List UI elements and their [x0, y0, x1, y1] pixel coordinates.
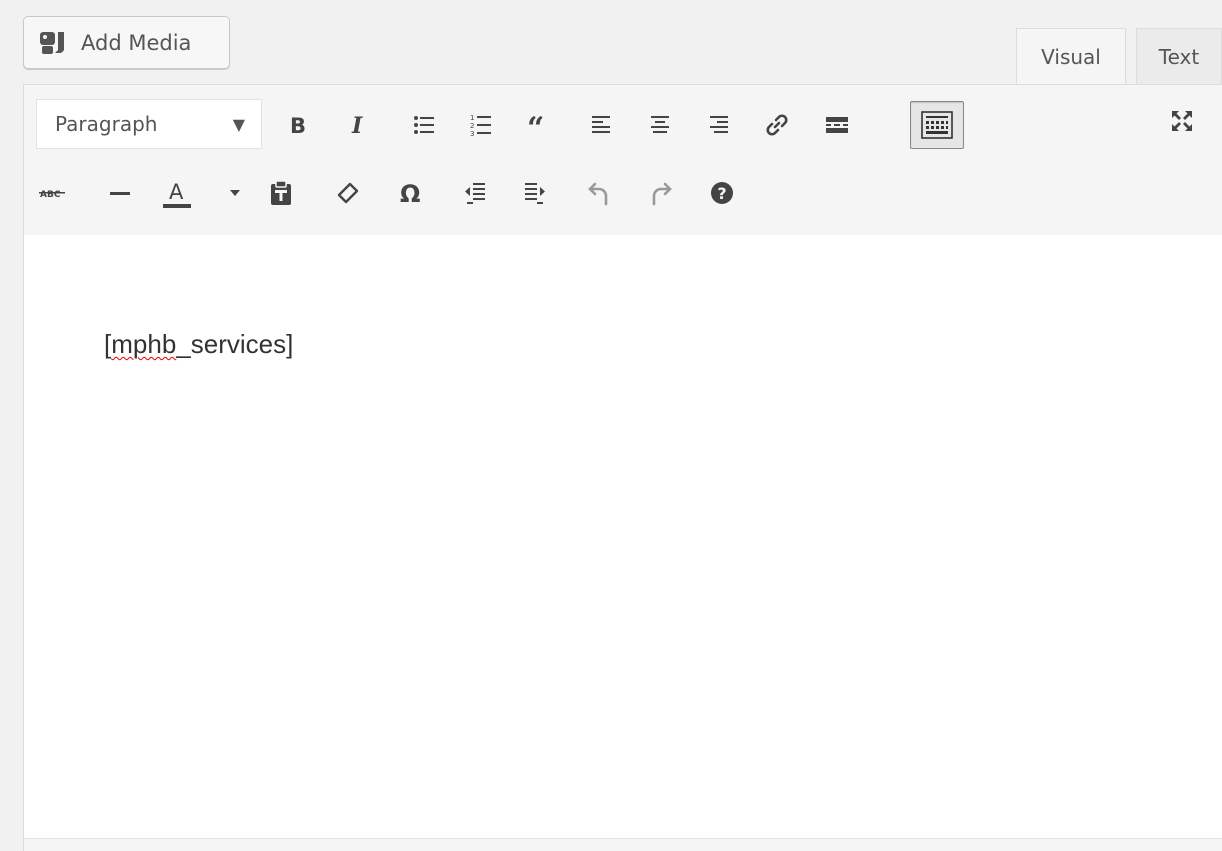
- text-color-dropdown-icon[interactable]: [222, 173, 248, 213]
- svg-text:“: “: [527, 114, 544, 136]
- svg-text:?: ?: [717, 184, 726, 203]
- tab-text[interactable]: Text: [1136, 28, 1222, 85]
- svg-text:A: A: [169, 180, 184, 204]
- italic-icon[interactable]: I: [340, 105, 380, 145]
- editor-statusbar: [24, 838, 1222, 851]
- format-select-value: Paragraph: [55, 112, 158, 136]
- numbered-list-icon[interactable]: 1 2 3: [461, 105, 501, 145]
- horizontal-line-icon[interactable]: [100, 173, 140, 213]
- add-media-label: Add Media: [81, 30, 192, 55]
- toolbar-toggle-icon[interactable]: [910, 101, 964, 149]
- editor: Paragraph ▼ B I 1 2 3 “ ABC A Ω ? [mphb_…: [23, 84, 1222, 851]
- align-left-icon[interactable]: [581, 105, 621, 145]
- help-icon[interactable]: ?: [702, 173, 742, 213]
- insert-link-icon[interactable]: [757, 105, 797, 145]
- editor-toolbar: Paragraph ▼ B I 1 2 3 “ ABC A Ω ?: [24, 85, 1222, 236]
- bold-icon[interactable]: B: [277, 105, 317, 145]
- fullscreen-icon[interactable]: [1162, 101, 1202, 141]
- add-media-button[interactable]: Add Media: [23, 16, 230, 69]
- content-paragraph[interactable]: [mphb_services]: [104, 329, 293, 360]
- add-media-icon: [39, 29, 69, 57]
- align-center-icon[interactable]: [640, 105, 680, 145]
- svg-text:Ω: Ω: [400, 181, 420, 205]
- svg-text:ABC: ABC: [40, 190, 61, 200]
- tab-visual[interactable]: Visual: [1016, 28, 1126, 85]
- svg-text:1: 1: [470, 114, 474, 122]
- shortcode-rest: _services]: [176, 329, 294, 359]
- svg-text:2: 2: [470, 122, 474, 130]
- indent-icon[interactable]: [515, 173, 555, 213]
- read-more-icon[interactable]: [817, 105, 857, 145]
- align-right-icon[interactable]: [699, 105, 739, 145]
- svg-text:3: 3: [470, 130, 474, 137]
- format-select[interactable]: Paragraph ▼: [36, 99, 262, 149]
- svg-text:B: B: [290, 114, 306, 137]
- chevron-down-icon: ▼: [232, 114, 245, 134]
- blockquote-icon[interactable]: “: [519, 105, 559, 145]
- undo-icon[interactable]: [579, 173, 619, 213]
- strikethrough-icon[interactable]: ABC: [32, 173, 72, 213]
- special-character-icon[interactable]: Ω: [390, 173, 430, 213]
- redo-icon[interactable]: [641, 173, 681, 213]
- spellcheck-misspelled-word[interactable]: mphb: [111, 329, 176, 359]
- text-color-icon[interactable]: A: [157, 173, 197, 213]
- editor-content[interactable]: [mphb_services]: [24, 235, 1222, 839]
- outdent-icon[interactable]: [455, 173, 495, 213]
- svg-text:I: I: [351, 113, 363, 137]
- bulleted-list-icon[interactable]: [404, 105, 444, 145]
- paste-as-text-icon[interactable]: [261, 173, 301, 213]
- clear-formatting-icon[interactable]: [328, 173, 368, 213]
